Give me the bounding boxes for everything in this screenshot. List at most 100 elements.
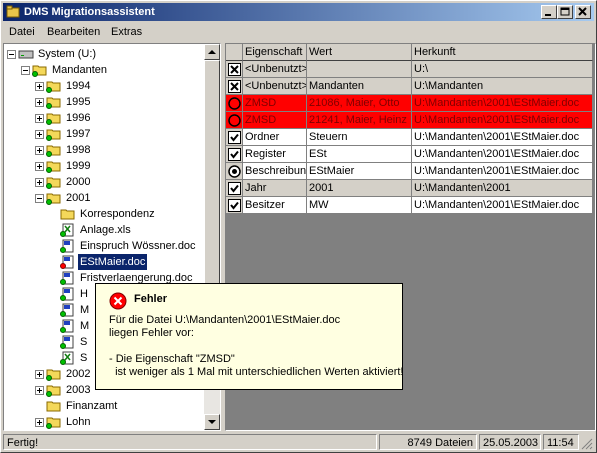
- scroll-up-button[interactable]: [204, 44, 220, 60]
- expand-icon[interactable]: [35, 130, 44, 139]
- tree-node[interactable]: 1995: [4, 94, 204, 110]
- row-value-cell: EStMaier: [307, 163, 412, 180]
- grid-row[interactable]: Ordner Steuern U:\Mandanten\2001\EStMaier.…: [226, 129, 593, 146]
- tree-node[interactable]: 1997: [4, 126, 204, 142]
- grid-row[interactable]: Beschreibung EStMaier U:\Mandanten\2001\ES…: [226, 163, 593, 180]
- tree-node[interactable]: Einspruch Wössner.doc: [4, 238, 204, 254]
- expand-icon[interactable]: [35, 162, 44, 171]
- tree-node-label: 1995: [66, 96, 91, 108]
- folder-plain-icon: [46, 399, 62, 413]
- menu-extras[interactable]: Extras: [111, 23, 142, 41]
- tree-node-label: 1994: [66, 80, 91, 92]
- row-state-cell[interactable]: [226, 180, 243, 197]
- row-value-cell: Mandanten: [307, 78, 412, 95]
- expand-icon[interactable]: [35, 98, 44, 107]
- scroll-down-button[interactable]: [204, 414, 220, 430]
- grid-row[interactable]: <Unbenutzt> Mandanten U:\Mandanten: [226, 78, 593, 95]
- status-time: 11:54: [543, 434, 579, 450]
- tree-node[interactable]: 1998: [4, 142, 204, 158]
- row-origin-cell: U:\Mandanten\2001\EStMaier.doc: [412, 163, 593, 180]
- collapse-icon[interactable]: [35, 194, 44, 203]
- tree-node[interactable]: 2000: [4, 174, 204, 190]
- tree-node[interactable]: Mandanten: [4, 62, 204, 78]
- row-state-cell[interactable]: [226, 163, 243, 180]
- grid-row[interactable]: ZMSD 21241, Maier, Heinz U:\Mandanten\2001…: [226, 112, 593, 129]
- expand-icon[interactable]: [35, 386, 44, 395]
- tree-node[interactable]: Korrespondenz: [4, 206, 204, 222]
- row-origin-cell: U:\Mandanten\2001\EStMaier.doc: [412, 146, 593, 163]
- row-property-cell: <Unbenutzt>: [243, 61, 307, 78]
- row-state-cell[interactable]: [226, 95, 243, 112]
- close-button[interactable]: [575, 5, 591, 19]
- grid-row[interactable]: Register ESt U:\Mandanten\2001\EStMaier.do…: [226, 146, 593, 163]
- tree-node-label: 2000: [66, 176, 91, 188]
- grid-row[interactable]: Besitzer MW U:\Mandanten\2001\EStMaier.doc: [226, 197, 593, 214]
- expand-icon[interactable]: [35, 82, 44, 91]
- tree-node-label: Finanzamt: [66, 400, 118, 412]
- row-state-cell[interactable]: [226, 197, 243, 214]
- tree-node-label: 2002: [66, 368, 91, 380]
- tree-node-label: M: [80, 304, 90, 316]
- row-state-cell[interactable]: [226, 112, 243, 129]
- error-title: Fehler: [134, 293, 168, 305]
- maximize-button[interactable]: [557, 5, 573, 19]
- tree-node-label: 1996: [66, 112, 91, 124]
- grid-row[interactable]: Jahr 2001 U:\Mandanten\2001: [226, 180, 593, 197]
- row-value-cell: MW: [307, 197, 412, 214]
- grid-header: Eigenschaft Wert Herkunft: [226, 44, 593, 61]
- folder-icon: [46, 143, 62, 157]
- row-value-cell: 21241, Maier, Heinz: [307, 112, 412, 129]
- tree-node[interactable]: Finanzamt: [4, 398, 204, 414]
- collapse-icon[interactable]: [7, 50, 16, 59]
- grid-row[interactable]: <Unbenutzt> U:\: [226, 61, 593, 78]
- menu-datei[interactable]: Datei: [9, 23, 35, 41]
- tree-node[interactable]: EStMaier.doc: [4, 253, 204, 271]
- header-eigenschaft[interactable]: Eigenschaft: [243, 44, 307, 61]
- expand-icon[interactable]: [35, 114, 44, 123]
- tree-node[interactable]: 1996: [4, 110, 204, 126]
- row-state-cell[interactable]: [226, 146, 243, 163]
- xls-icon: [60, 351, 76, 365]
- menu-bearbeiten[interactable]: Bearbeiten: [47, 23, 100, 41]
- expand-icon[interactable]: [35, 370, 44, 379]
- tree-node[interactable]: 2001: [4, 190, 204, 206]
- tree-node[interactable]: Anlage.xls: [4, 222, 204, 238]
- row-origin-cell: U:\: [412, 61, 593, 78]
- doc-icon: [60, 319, 76, 333]
- row-state-cell[interactable]: [226, 78, 243, 95]
- expand-icon[interactable]: [35, 146, 44, 155]
- grid-row[interactable]: ZMSD 21086, Maier, Otto U:\Mandanten\2001\…: [226, 95, 593, 112]
- tree-node[interactable]: System (U:): [4, 46, 204, 62]
- minimize-button[interactable]: [541, 5, 557, 19]
- folder-icon: [46, 127, 62, 141]
- error-line: ist weniger als 1 Mal mit unterschiedlic…: [109, 366, 404, 378]
- row-value-cell: 21086, Maier, Otto: [307, 95, 412, 112]
- row-value-cell: 2001: [307, 180, 412, 197]
- tree-node-label: 2003: [66, 384, 91, 396]
- tree-node-label: System (U:): [38, 48, 97, 60]
- header-wert[interactable]: Wert: [307, 44, 412, 61]
- collapse-icon[interactable]: [21, 66, 30, 75]
- tree-node[interactable]: 1994: [4, 78, 204, 94]
- status-file-count: 8749 Dateien: [379, 434, 477, 450]
- row-origin-cell: U:\Mandanten\2001\EStMaier.doc: [412, 129, 593, 146]
- tree-node-label: 1998: [66, 144, 91, 156]
- row-property-cell: Jahr: [243, 180, 307, 197]
- tree-node[interactable]: 1999: [4, 158, 204, 174]
- row-property-cell: Register: [243, 146, 307, 163]
- tree-node-label: S: [80, 336, 88, 348]
- row-state-cell[interactable]: [226, 129, 243, 146]
- tree-node[interactable]: Lohn: [4, 414, 204, 430]
- doc-icon: [60, 335, 76, 349]
- error-icon: [109, 292, 127, 310]
- row-property-cell: ZMSD: [243, 95, 307, 112]
- header-herkunft[interactable]: Herkunft: [412, 44, 593, 61]
- expand-icon[interactable]: [35, 418, 44, 427]
- expand-icon[interactable]: [35, 178, 44, 187]
- tree-node-label: 2001: [66, 192, 91, 204]
- resize-grip-icon[interactable]: [581, 438, 593, 450]
- row-property-cell: Ordner: [243, 129, 307, 146]
- drive-icon: [18, 47, 34, 61]
- app-icon: [6, 5, 20, 18]
- row-state-cell[interactable]: [226, 61, 243, 78]
